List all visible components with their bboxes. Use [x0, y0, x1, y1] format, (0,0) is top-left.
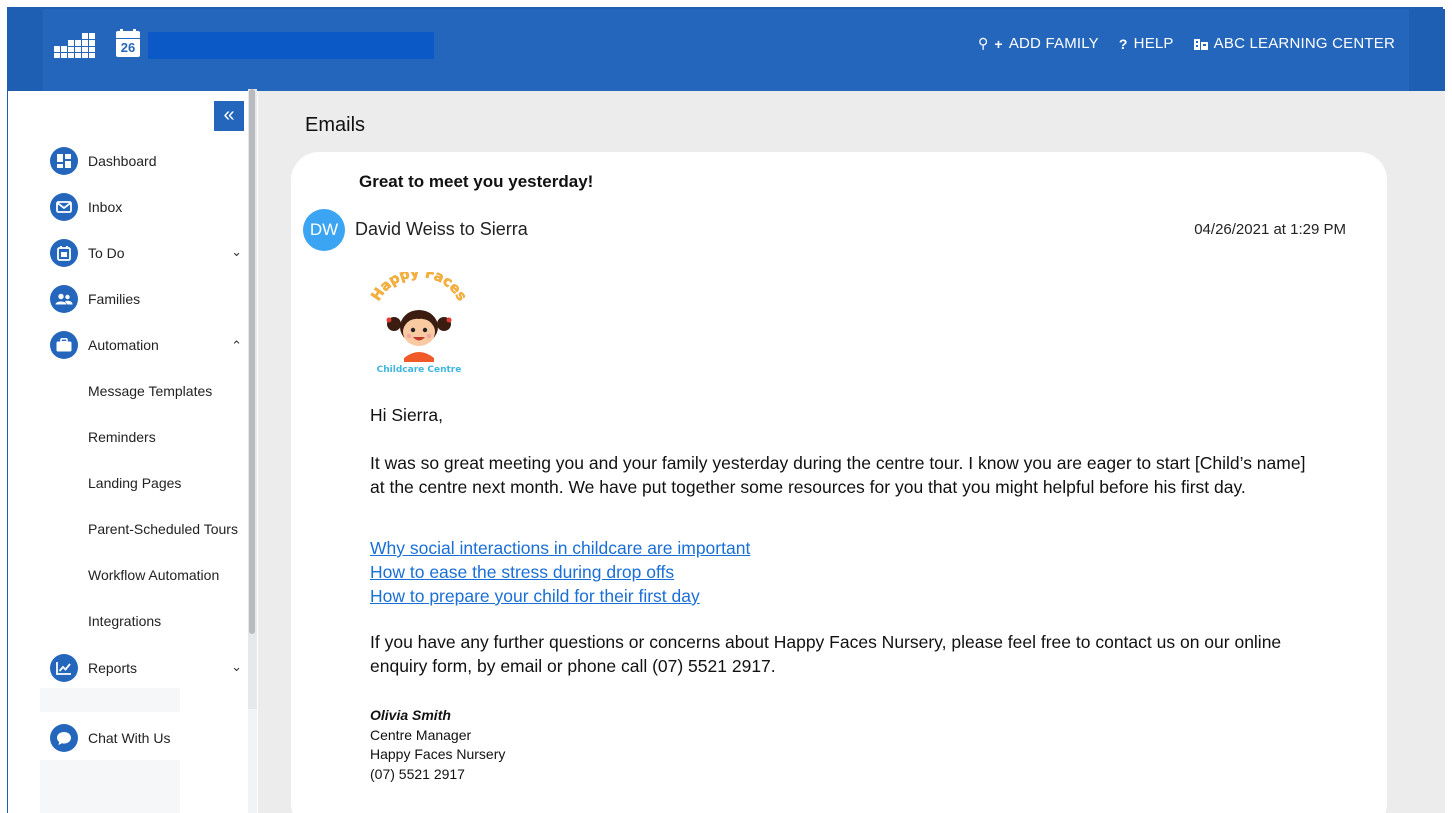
email-paragraph-2: If you have any further questions or con… [370, 632, 1282, 676]
signature-name: Olivia Smith [370, 707, 451, 723]
email-timestamp: 04/26/2021 at 1:29 PM [1194, 221, 1346, 238]
sidebar-item-dashboard[interactable]: Dashboard [50, 146, 246, 176]
calendar-icon [50, 239, 78, 267]
email-greeting: Hi Sierra, [370, 405, 443, 425]
logo-subtitle: Childcare Centre [377, 365, 462, 375]
sidebar-subitem-parent-scheduled-tours[interactable]: Parent-Scheduled Tours [88, 519, 238, 539]
search-icon: ⚲ [977, 35, 989, 51]
svg-text:Happy Faces: Happy Faces [368, 272, 469, 304]
sidebar-subitem-landing-pages[interactable]: Landing Pages [88, 473, 181, 493]
email-paragraph-1: It was so great meeting you and your fam… [370, 453, 1306, 497]
sidebar-subitem-workflow-automation[interactable]: Workflow Automation [88, 565, 219, 585]
sidebar-spacer [40, 688, 180, 712]
help-button[interactable]: ? HELP [1119, 35, 1174, 52]
email-subject: Great to meet you yesterday! [359, 172, 594, 191]
email-link-drop-offs[interactable]: How to ease the stress during drop offs [370, 560, 674, 584]
signature-phone: (07) 5521 2917 [370, 765, 465, 782]
chart-icon [50, 654, 78, 682]
people-icon [50, 285, 78, 313]
logo-arc-text: Happy Faces [368, 272, 470, 304]
sidebar-scroll-track [248, 709, 257, 813]
sidebar-subitem-integrations[interactable]: Integrations [88, 611, 161, 631]
add-family-button[interactable]: ⚲ + ADD FAMILY [978, 35, 1099, 52]
collapse-sidebar-button[interactable]: « [214, 101, 244, 131]
sidebar-item-families[interactable]: Families [50, 284, 246, 314]
center-selector[interactable]: ABC LEARNING CENTER [1193, 35, 1395, 52]
signature-title: Centre Manager [370, 726, 472, 743]
sidebar-item-label: Families [88, 291, 141, 307]
sidebar-item-todo[interactable]: To Do ⌄ [50, 238, 246, 268]
dashboard-icon [50, 147, 78, 175]
email-links: Why social interactions in childcare are… [370, 536, 1310, 608]
email-signature: Olivia Smith Centre Manager Happy Faces … [370, 706, 505, 784]
sidebar-item-automation[interactable]: Automation ⌃ [50, 330, 246, 360]
plus-icon: + [994, 35, 1003, 52]
sidebar-spacer [40, 760, 180, 813]
chevron-down-icon[interactable]: ⌄ [231, 659, 242, 675]
briefcase-icon [50, 331, 78, 359]
sidebar-item-label: Chat With Us [88, 730, 171, 746]
avatar[interactable]: DW [303, 209, 345, 251]
sidebar-item-label: Reports [88, 660, 138, 676]
email-link-social-interactions[interactable]: Why social interactions in childcare are… [370, 536, 750, 560]
center-label: ABC LEARNING CENTER [1213, 35, 1395, 52]
signature-org: Happy Faces Nursery [370, 746, 506, 762]
chat-icon [50, 724, 78, 752]
sidebar-item-label: Automation [88, 337, 159, 353]
sidebar-item-reports[interactable]: Reports ⌄ [50, 653, 246, 683]
sidebar-subitem-message-templates[interactable]: Message Templates [88, 381, 212, 401]
envelope-icon [50, 193, 78, 221]
sidebar-subitem-reminders[interactable]: Reminders [88, 427, 156, 447]
calendar-day: 26 [116, 39, 140, 57]
search-input[interactable] [148, 32, 434, 59]
sidebar-item-label: Inbox [88, 199, 123, 215]
help-label: HELP [1133, 35, 1174, 52]
sidebar-item-inbox[interactable]: Inbox [50, 192, 246, 222]
building-icon [1193, 38, 1208, 50]
scrollbar-thumb[interactable] [249, 89, 255, 634]
sidebar-scrollbar[interactable] [248, 89, 257, 709]
sidebar-item-chat[interactable]: Chat With Us [50, 723, 246, 753]
chevron-up-icon[interactable]: ⌃ [231, 338, 242, 354]
calendar-icon[interactable]: 26 [116, 29, 140, 59]
chevron-down-icon[interactable]: ⌄ [231, 244, 242, 260]
sidebar-item-label: Dashboard [88, 153, 157, 169]
header-actions: ⚲ + ADD FAMILY ? HELP ABC LEARNING CENTE… [978, 35, 1395, 52]
sidebar-item-label: To Do [88, 245, 125, 261]
calendar-top [116, 31, 140, 38]
add-family-label: ADD FAMILY [1008, 35, 1099, 52]
email-link-first-day[interactable]: How to prepare your child for their firs… [370, 584, 700, 608]
help-icon: ? [1118, 35, 1128, 52]
app-logo-icon[interactable] [52, 29, 96, 59]
page-title: Emails [305, 114, 366, 136]
email-from-to: David Weiss to Sierra [355, 219, 528, 239]
happy-faces-logo: Happy Faces Childcare Centre [368, 272, 470, 375]
